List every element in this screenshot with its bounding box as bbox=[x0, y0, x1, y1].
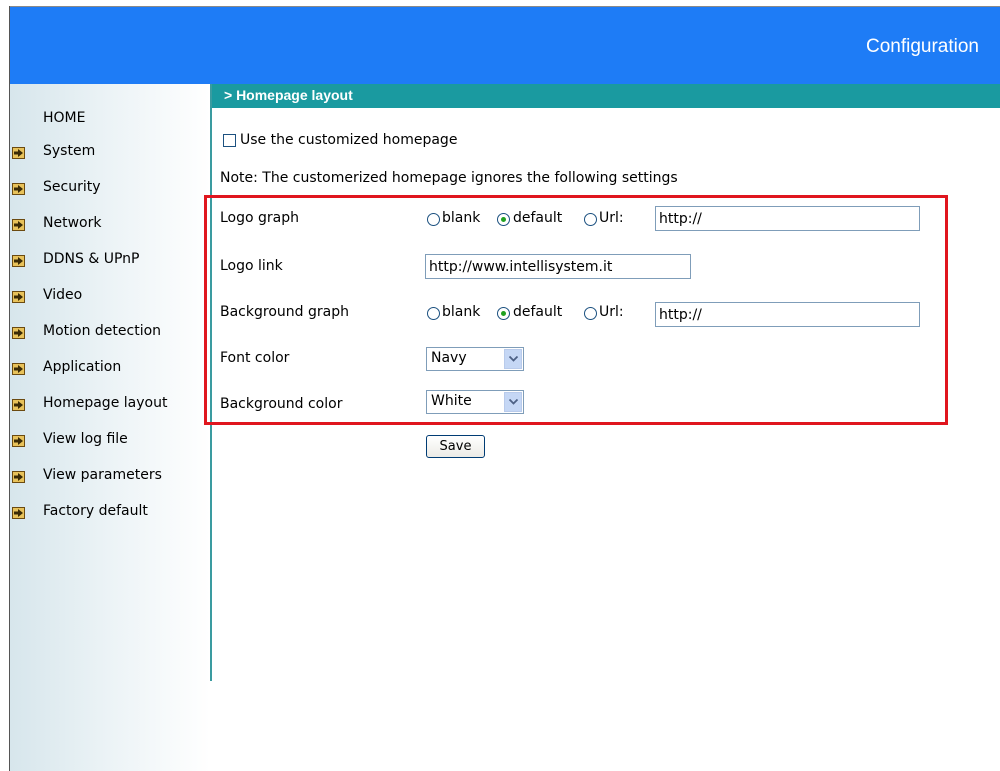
sidebar-home-link[interactable]: HOME bbox=[43, 110, 85, 126]
sidebar-item-ddns-upnp[interactable]: DDNS & UPnP bbox=[10, 251, 210, 273]
arrow-right-icon bbox=[12, 363, 25, 375]
sidebar-item-label: Application bbox=[43, 359, 122, 375]
sidebar-item-security[interactable]: Security bbox=[10, 179, 210, 201]
sidebar-item-view-parameters[interactable]: View parameters bbox=[10, 467, 210, 489]
sidebar-item-label: View parameters bbox=[43, 467, 162, 483]
section-header: > Homepage layout bbox=[212, 84, 1000, 108]
sidebar-item-homepage-layout[interactable]: Homepage layout bbox=[10, 395, 210, 417]
arrow-right-icon bbox=[12, 255, 25, 267]
sidebar-item-label: DDNS & UPnP bbox=[43, 251, 140, 267]
sidebar-item-system[interactable]: System bbox=[10, 143, 210, 165]
custom-homepage-label: Use the customized homepage bbox=[240, 132, 458, 148]
sidebar-item-label: View log file bbox=[43, 431, 128, 447]
custom-homepage-checkbox[interactable] bbox=[223, 134, 236, 147]
arrow-right-icon bbox=[12, 435, 25, 447]
sidebar-item-label: Factory default bbox=[43, 503, 148, 519]
header-bar: Configuration bbox=[10, 7, 1000, 84]
sidebar-item-label: Video bbox=[43, 287, 83, 303]
section-title: > Homepage layout bbox=[224, 87, 353, 103]
arrow-right-icon bbox=[12, 291, 25, 303]
sidebar-item-view-log-file[interactable]: View log file bbox=[10, 431, 210, 453]
highlight-annotation-box bbox=[204, 195, 948, 425]
sidebar-item-label: Network bbox=[43, 215, 102, 231]
sidebar-item-network[interactable]: Network bbox=[10, 215, 210, 237]
save-button[interactable]: Save bbox=[426, 435, 485, 458]
sidebar-item-label: Motion detection bbox=[43, 323, 162, 339]
arrow-right-icon bbox=[12, 327, 25, 339]
settings-note: Note: The customerized homepage ignores … bbox=[220, 170, 678, 186]
sidebar-item-application[interactable]: Application bbox=[10, 359, 210, 381]
sidebar-item-motion-detection[interactable]: Motion detection bbox=[10, 323, 210, 345]
sidebar-item-label: Homepage layout bbox=[43, 395, 168, 411]
page-title: Configuration bbox=[865, 36, 979, 57]
arrow-right-icon bbox=[12, 183, 25, 195]
sidebar-item-label: System bbox=[43, 143, 96, 159]
arrow-right-icon bbox=[12, 471, 25, 483]
arrow-right-icon bbox=[12, 219, 25, 231]
arrow-right-icon bbox=[12, 399, 25, 411]
sidebar-item-factory-default[interactable]: Factory default bbox=[10, 503, 210, 525]
sidebar: HOME System Security Network DDNS & UPnP… bbox=[10, 84, 210, 771]
sidebar-item-label: Security bbox=[43, 179, 101, 195]
sidebar-item-video[interactable]: Video bbox=[10, 287, 210, 309]
arrow-right-icon bbox=[12, 147, 25, 159]
arrow-right-icon bbox=[12, 507, 25, 519]
